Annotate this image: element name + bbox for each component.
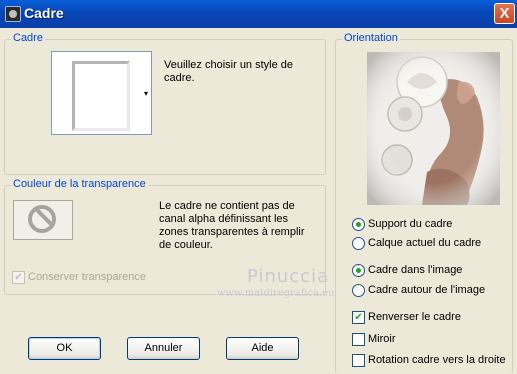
transparency-group-label: Couleur de la transparence bbox=[11, 178, 148, 190]
rotate-right-checkbox[interactable] bbox=[352, 354, 365, 367]
radio-cadre-dans-image-label: Cadre dans l'image bbox=[368, 264, 463, 276]
cadre-description: Veuillez choisir un style de cadre. bbox=[164, 59, 294, 84]
flip-frame-checkbox[interactable]: ✔ bbox=[352, 311, 365, 324]
orientation-group-label: Orientation bbox=[342, 32, 400, 44]
radio-calque-actuel[interactable] bbox=[352, 237, 365, 250]
transparency-color-swatch bbox=[13, 200, 73, 240]
rotate-right-label: Rotation cadre vers la droite bbox=[368, 354, 506, 366]
help-button[interactable]: Aide bbox=[226, 337, 299, 360]
close-button[interactable]: X bbox=[494, 3, 515, 24]
no-symbol-icon bbox=[28, 205, 56, 233]
orientation-preview-image bbox=[367, 52, 500, 205]
radio-cadre-autour-image-label: Cadre autour de l'image bbox=[368, 284, 486, 296]
mirror-checkbox[interactable] bbox=[352, 333, 365, 346]
title-bar[interactable]: Cadre X bbox=[0, 0, 517, 28]
window-title: Cadre bbox=[24, 5, 64, 21]
frame-app-icon[interactable] bbox=[5, 6, 21, 22]
frame-style-picker[interactable]: ▾ bbox=[51, 51, 152, 135]
keep-transparency-checkbox[interactable]: ✔ bbox=[12, 271, 25, 284]
keep-transparency-label: Conserver transparence bbox=[28, 271, 147, 283]
cancel-button[interactable]: Annuler bbox=[127, 337, 200, 360]
radio-cadre-autour-image[interactable] bbox=[352, 284, 365, 297]
mirror-label: Miroir bbox=[368, 333, 396, 345]
chevron-down-icon[interactable]: ▾ bbox=[144, 90, 148, 98]
radio-calque-actuel-label: Calque actuel du cadre bbox=[368, 237, 482, 249]
transparency-description: Le cadre ne contient pas de canal alpha … bbox=[159, 200, 305, 251]
frame-thumbnail bbox=[72, 61, 130, 131]
cadre-group-label: Cadre bbox=[11, 32, 45, 44]
preview-illustration bbox=[367, 52, 500, 205]
ok-button[interactable]: OK bbox=[28, 337, 101, 360]
flip-frame-label: Renverser le cadre bbox=[368, 311, 461, 323]
radio-support-du-cadre[interactable] bbox=[352, 218, 365, 231]
watermark-name: Pinuccia bbox=[247, 266, 330, 287]
radio-support-du-cadre-label: Support du cadre bbox=[368, 218, 453, 230]
radio-cadre-dans-image[interactable] bbox=[352, 264, 365, 277]
watermark-url: www.maidiregrafica.eu bbox=[217, 288, 335, 299]
